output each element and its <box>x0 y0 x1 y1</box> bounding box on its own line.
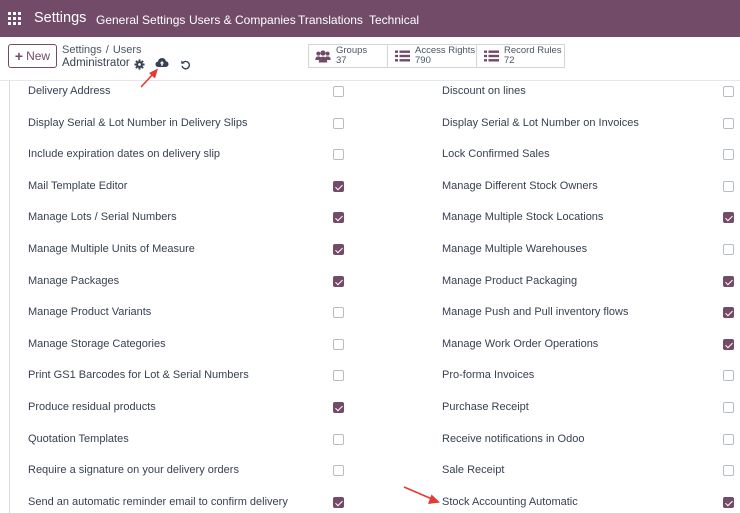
annotation-arrow-icon <box>140 68 158 88</box>
field-label: Manage Multiple Warehouses <box>442 243 588 255</box>
checkbox[interactable] <box>723 244 734 255</box>
table-row: Quotation Templates Receive notifications… <box>0 430 740 450</box>
table-row: Send an automatic reminder email to conf… <box>0 493 740 513</box>
apps-menu-icon[interactable] <box>8 12 21 25</box>
field-label: Pro-forma Invoices <box>442 369 535 382</box>
field-label: Receive notifications in Odoo <box>442 432 585 445</box>
checkbox[interactable] <box>333 496 344 508</box>
checkbox[interactable] <box>333 307 344 319</box>
table-row: Manage Packages Manage Product Packaging <box>0 272 740 292</box>
table-row: Manage Lots / Serial Numbers Manage Multi… <box>0 208 740 228</box>
field-label: Manage Packages <box>28 274 120 287</box>
field-label: Manage Storage Categories <box>28 337 166 350</box>
field-label: Stock Accounting Automatic <box>442 495 578 508</box>
checkbox[interactable] <box>333 180 344 192</box>
checkbox[interactable] <box>723 275 734 287</box>
field-label: Manage Multiple Units of Measure <box>28 243 195 255</box>
table-row: Require a signature on your delivery ord… <box>0 461 740 481</box>
app-brand[interactable]: Settings <box>34 10 86 26</box>
access-rights-stat-button[interactable]: Access Rights 790 <box>387 44 477 68</box>
field-label: Manage Multiple Stock Locations <box>442 211 604 224</box>
checkbox[interactable] <box>723 496 734 508</box>
checkbox[interactable] <box>333 117 344 129</box>
checkbox[interactable] <box>723 117 734 129</box>
plus-icon: + <box>14 48 24 64</box>
new-button[interactable]: + New <box>8 44 57 68</box>
field-label: Include expiration dates on delivery sli… <box>28 148 221 161</box>
access-rights-stat-count: 790 <box>415 55 431 66</box>
control-panel: + New Settings / Users Administrator Gro… <box>0 37 740 81</box>
field-label: Produce residual products <box>28 401 156 413</box>
table-row: Include expiration dates on delivery sli… <box>0 145 740 165</box>
checkbox[interactable] <box>333 86 344 97</box>
new-button-label: New <box>26 49 51 63</box>
field-label: Manage Product Variants <box>28 306 152 319</box>
checkbox[interactable] <box>333 149 344 161</box>
field-label: Require a signature on your delivery ord… <box>28 464 239 477</box>
field-label: Print GS1 Barcodes for Lot & Serial Numb… <box>28 369 249 382</box>
checkbox[interactable] <box>723 433 734 445</box>
checkbox[interactable] <box>333 433 344 445</box>
checkbox[interactable] <box>723 180 734 192</box>
undo-icon[interactable] <box>178 57 192 71</box>
checkbox[interactable] <box>723 86 734 97</box>
users-icon <box>315 49 331 63</box>
field-label: Discount on lines <box>442 85 526 97</box>
field-label: Delivery Address <box>28 85 111 97</box>
field-label: Display Serial & Lot Number on Invoices <box>442 116 639 129</box>
groups-stat-count: 37 <box>336 55 347 66</box>
checkbox[interactable] <box>723 212 734 224</box>
checkbox[interactable] <box>333 465 344 477</box>
menu-technical[interactable]: Technical <box>369 13 419 27</box>
table-row: Delivery Address Discount on lines <box>0 82 740 102</box>
checkbox[interactable] <box>333 338 344 350</box>
annotation-arrow-icon <box>403 486 440 504</box>
table-row: Print GS1 Barcodes for Lot & Serial Numb… <box>0 366 740 386</box>
access-rights-form: Delivery Address Discount on lines Display… <box>0 81 740 513</box>
checkbox[interactable] <box>723 465 734 477</box>
checkbox[interactable] <box>333 275 344 287</box>
list-icon <box>394 49 410 63</box>
checkbox[interactable] <box>723 149 734 161</box>
checkbox[interactable] <box>333 212 344 224</box>
table-row: Produce residual products Purchase Receip… <box>0 398 740 418</box>
table-row: Manage Storage Categories Manage Work Ord… <box>0 335 740 355</box>
menu-users-companies[interactable]: Users & Companies <box>189 13 296 27</box>
top-navbar: Settings General Settings Users & Compan… <box>0 0 740 37</box>
record-name: Administrator <box>62 57 130 69</box>
table-row: Mail Template Editor Manage Different Sto… <box>0 177 740 197</box>
field-label: Lock Confirmed Sales <box>442 148 550 161</box>
breadcrumb: Settings / Users <box>62 44 142 56</box>
breadcrumb-users[interactable]: Users <box>113 44 142 56</box>
field-label: Display Serial & Lot Number in Delivery … <box>28 116 248 129</box>
field-label: Quotation Templates <box>28 432 129 445</box>
table-row: Manage Multiple Units of Measure Manage M… <box>0 240 740 260</box>
field-label: Sale Receipt <box>442 464 505 477</box>
field-label: Purchase Receipt <box>442 401 529 413</box>
field-label: Manage Lots / Serial Numbers <box>28 211 177 224</box>
checkbox[interactable] <box>723 370 734 382</box>
table-row: Display Serial & Lot Number in Delivery … <box>0 114 740 134</box>
menu-general-settings[interactable]: General Settings <box>96 13 185 27</box>
field-label: Mail Template Editor <box>28 179 128 192</box>
checkbox[interactable] <box>333 370 344 382</box>
checkbox[interactable] <box>333 402 344 413</box>
field-label: Manage Work Order Operations <box>442 337 599 350</box>
groups-stat-button[interactable]: Groups 37 <box>308 44 388 68</box>
checkbox[interactable] <box>333 244 344 255</box>
field-label: Send an automatic reminder email to conf… <box>28 495 288 508</box>
table-row: Manage Product Variants Manage Push and P… <box>0 303 740 323</box>
menu-translations[interactable]: Translations <box>298 13 363 27</box>
record-rules-stat-count: 72 <box>504 55 515 66</box>
checkbox[interactable] <box>723 307 734 319</box>
field-label: Manage Product Packaging <box>442 274 578 287</box>
checkbox[interactable] <box>723 338 734 350</box>
record-rules-stat-button[interactable]: Record Rules 72 <box>476 44 565 68</box>
breadcrumb-settings[interactable]: Settings <box>62 44 102 56</box>
field-label: Manage Push and Pull inventory flows <box>442 306 629 319</box>
checkbox[interactable] <box>723 402 734 413</box>
field-label: Manage Different Stock Owners <box>442 179 598 192</box>
list-icon <box>483 49 499 63</box>
